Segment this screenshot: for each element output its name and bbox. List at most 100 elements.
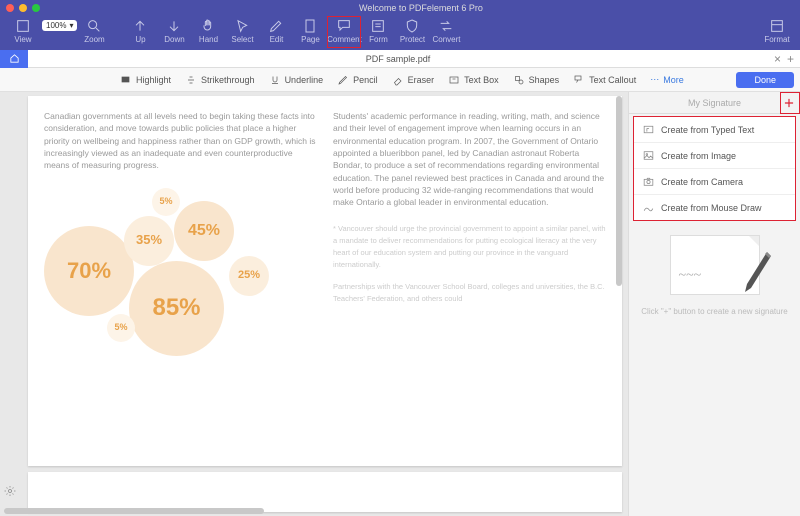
signature-preview: ~~~ — [670, 235, 760, 295]
more-icon: ⋯ — [650, 74, 659, 85]
textbox-label: Text Box — [464, 75, 499, 85]
menu-label: Create from Mouse Draw — [661, 203, 762, 213]
menu-label: Create from Camera — [661, 177, 743, 187]
horizontal-scrollbar[interactable] — [4, 508, 264, 514]
more-button[interactable]: ⋯ More — [650, 74, 684, 85]
document-viewport[interactable]: Canadian governments at all levels need … — [22, 92, 628, 516]
bubble-5a: 5% — [107, 314, 135, 342]
minimize-window-icon[interactable] — [19, 4, 27, 12]
textcallout-label: Text Callout — [589, 75, 636, 85]
home-button[interactable] — [0, 50, 28, 68]
strikethrough-button[interactable]: Strikethrough — [185, 74, 255, 86]
view-button[interactable]: View — [6, 16, 40, 48]
zoom-value: 100% — [46, 21, 66, 30]
column-right: Students' academic performance in readin… — [333, 104, 606, 458]
highlight-button[interactable]: Highlight — [120, 74, 171, 86]
eraser-button[interactable]: Eraser — [392, 74, 435, 86]
signature-create-menu: Create from Typed Text Create from Image… — [633, 116, 796, 221]
page-fold-icon — [749, 236, 759, 246]
select-button[interactable]: Select — [225, 16, 259, 48]
signature-panel-title: My Signature — [688, 98, 741, 108]
add-signature-button[interactable] — [782, 96, 796, 110]
paragraph: Students' academic performance in readin… — [333, 110, 606, 209]
chevron-down-icon: ▾ — [69, 21, 73, 30]
bubble-chart: 70% 35% 45% 85% 25% 5% 5% — [44, 186, 317, 356]
bubble-85: 85% — [129, 261, 224, 356]
page-button[interactable]: Page — [293, 16, 327, 48]
column-left: Canadian governments at all levels need … — [44, 104, 317, 458]
format-label: Format — [764, 35, 789, 44]
document-tab[interactable]: PDF sample.pdf — [28, 54, 768, 64]
eraser-label: Eraser — [408, 75, 435, 85]
zoom-label-button: Zoom — [83, 16, 105, 48]
up-label: Up — [135, 35, 145, 44]
paragraph-faded: Partnerships with the Vancouver School B… — [333, 281, 606, 305]
add-tab-icon[interactable]: + — [787, 52, 794, 66]
shapes-button[interactable]: Shapes — [513, 74, 560, 86]
close-window-icon[interactable] — [6, 4, 14, 12]
textcallout-button[interactable]: Text Callout — [573, 74, 636, 86]
settings-button[interactable] — [4, 485, 16, 500]
down-button[interactable]: Down — [157, 16, 191, 48]
edit-label: Edit — [270, 35, 284, 44]
comment-button[interactable]: Comment — [327, 16, 361, 48]
main-toolbar: View 100%▾ Zoom Up Down Hand Select Edit… — [0, 16, 800, 50]
paragraph-faded: * Vancouver should urge the provincial g… — [333, 223, 606, 271]
signature-squiggle-icon: ~~~ — [679, 268, 702, 284]
protect-label: Protect — [400, 35, 425, 44]
strikethrough-label: Strikethrough — [201, 75, 255, 85]
pencil-button[interactable]: Pencil — [337, 74, 378, 86]
paragraph: Canadian governments at all levels need … — [44, 110, 317, 172]
create-from-typed-text[interactable]: Create from Typed Text — [634, 117, 795, 143]
create-from-camera[interactable]: Create from Camera — [634, 169, 795, 195]
edit-button[interactable]: Edit — [259, 16, 293, 48]
convert-button[interactable]: Convert — [429, 16, 463, 48]
bubble-45: 45% — [174, 201, 234, 261]
comment-label: Comment — [327, 35, 362, 44]
comment-toolbar: Highlight Strikethrough Underline Pencil… — [0, 68, 800, 92]
maximize-window-icon[interactable] — [32, 4, 40, 12]
close-tab-icon[interactable]: × — [774, 52, 781, 66]
tab-bar: PDF sample.pdf × + — [0, 50, 800, 68]
highlight-label: Highlight — [136, 75, 171, 85]
create-from-image[interactable]: Create from Image — [634, 143, 795, 169]
underline-button[interactable]: Underline — [269, 74, 324, 86]
workspace: Canadian governments at all levels need … — [0, 92, 800, 516]
form-button[interactable]: Form — [361, 16, 395, 48]
up-button[interactable]: Up — [123, 16, 157, 48]
title-bar: Welcome to PDFelement 6 Pro — [0, 0, 800, 16]
vertical-scrollbar[interactable] — [616, 96, 622, 286]
bubble-35: 35% — [124, 216, 174, 266]
signature-panel: My Signature Create from Typed Text Crea… — [628, 92, 800, 516]
pencil-label: Pencil — [353, 75, 378, 85]
format-button[interactable]: Format — [760, 16, 794, 48]
pdf-page-2 — [28, 472, 622, 512]
textbox-button[interactable]: Text Box — [448, 74, 499, 86]
bubble-70: 70% — [44, 226, 134, 316]
underline-label: Underline — [285, 75, 324, 85]
convert-label: Convert — [432, 35, 460, 44]
select-label: Select — [231, 35, 253, 44]
shapes-label: Shapes — [529, 75, 560, 85]
bubble-25: 25% — [229, 256, 269, 296]
menu-label: Create from Image — [661, 151, 736, 161]
zoom-label: Zoom — [84, 35, 104, 44]
bubble-5b: 5% — [152, 188, 180, 216]
page-label: Page — [301, 35, 320, 44]
view-label: View — [14, 35, 31, 44]
hand-label: Hand — [199, 35, 218, 44]
done-button[interactable]: Done — [736, 72, 794, 88]
pdf-page-1: Canadian governments at all levels need … — [28, 96, 622, 466]
window-controls — [6, 4, 40, 12]
more-label: More — [663, 75, 684, 85]
form-label: Form — [369, 35, 388, 44]
down-label: Down — [164, 35, 184, 44]
create-from-mouse-draw[interactable]: Create from Mouse Draw — [634, 195, 795, 220]
window-title: Welcome to PDFelement 6 Pro — [48, 3, 794, 13]
signature-hint: Click "+" button to create a new signatu… — [629, 307, 800, 316]
hand-button[interactable]: Hand — [191, 16, 225, 48]
zoom-select[interactable]: 100%▾ — [42, 20, 77, 31]
protect-button[interactable]: Protect — [395, 16, 429, 48]
signature-panel-header: My Signature — [629, 92, 800, 114]
left-gutter — [0, 92, 22, 516]
